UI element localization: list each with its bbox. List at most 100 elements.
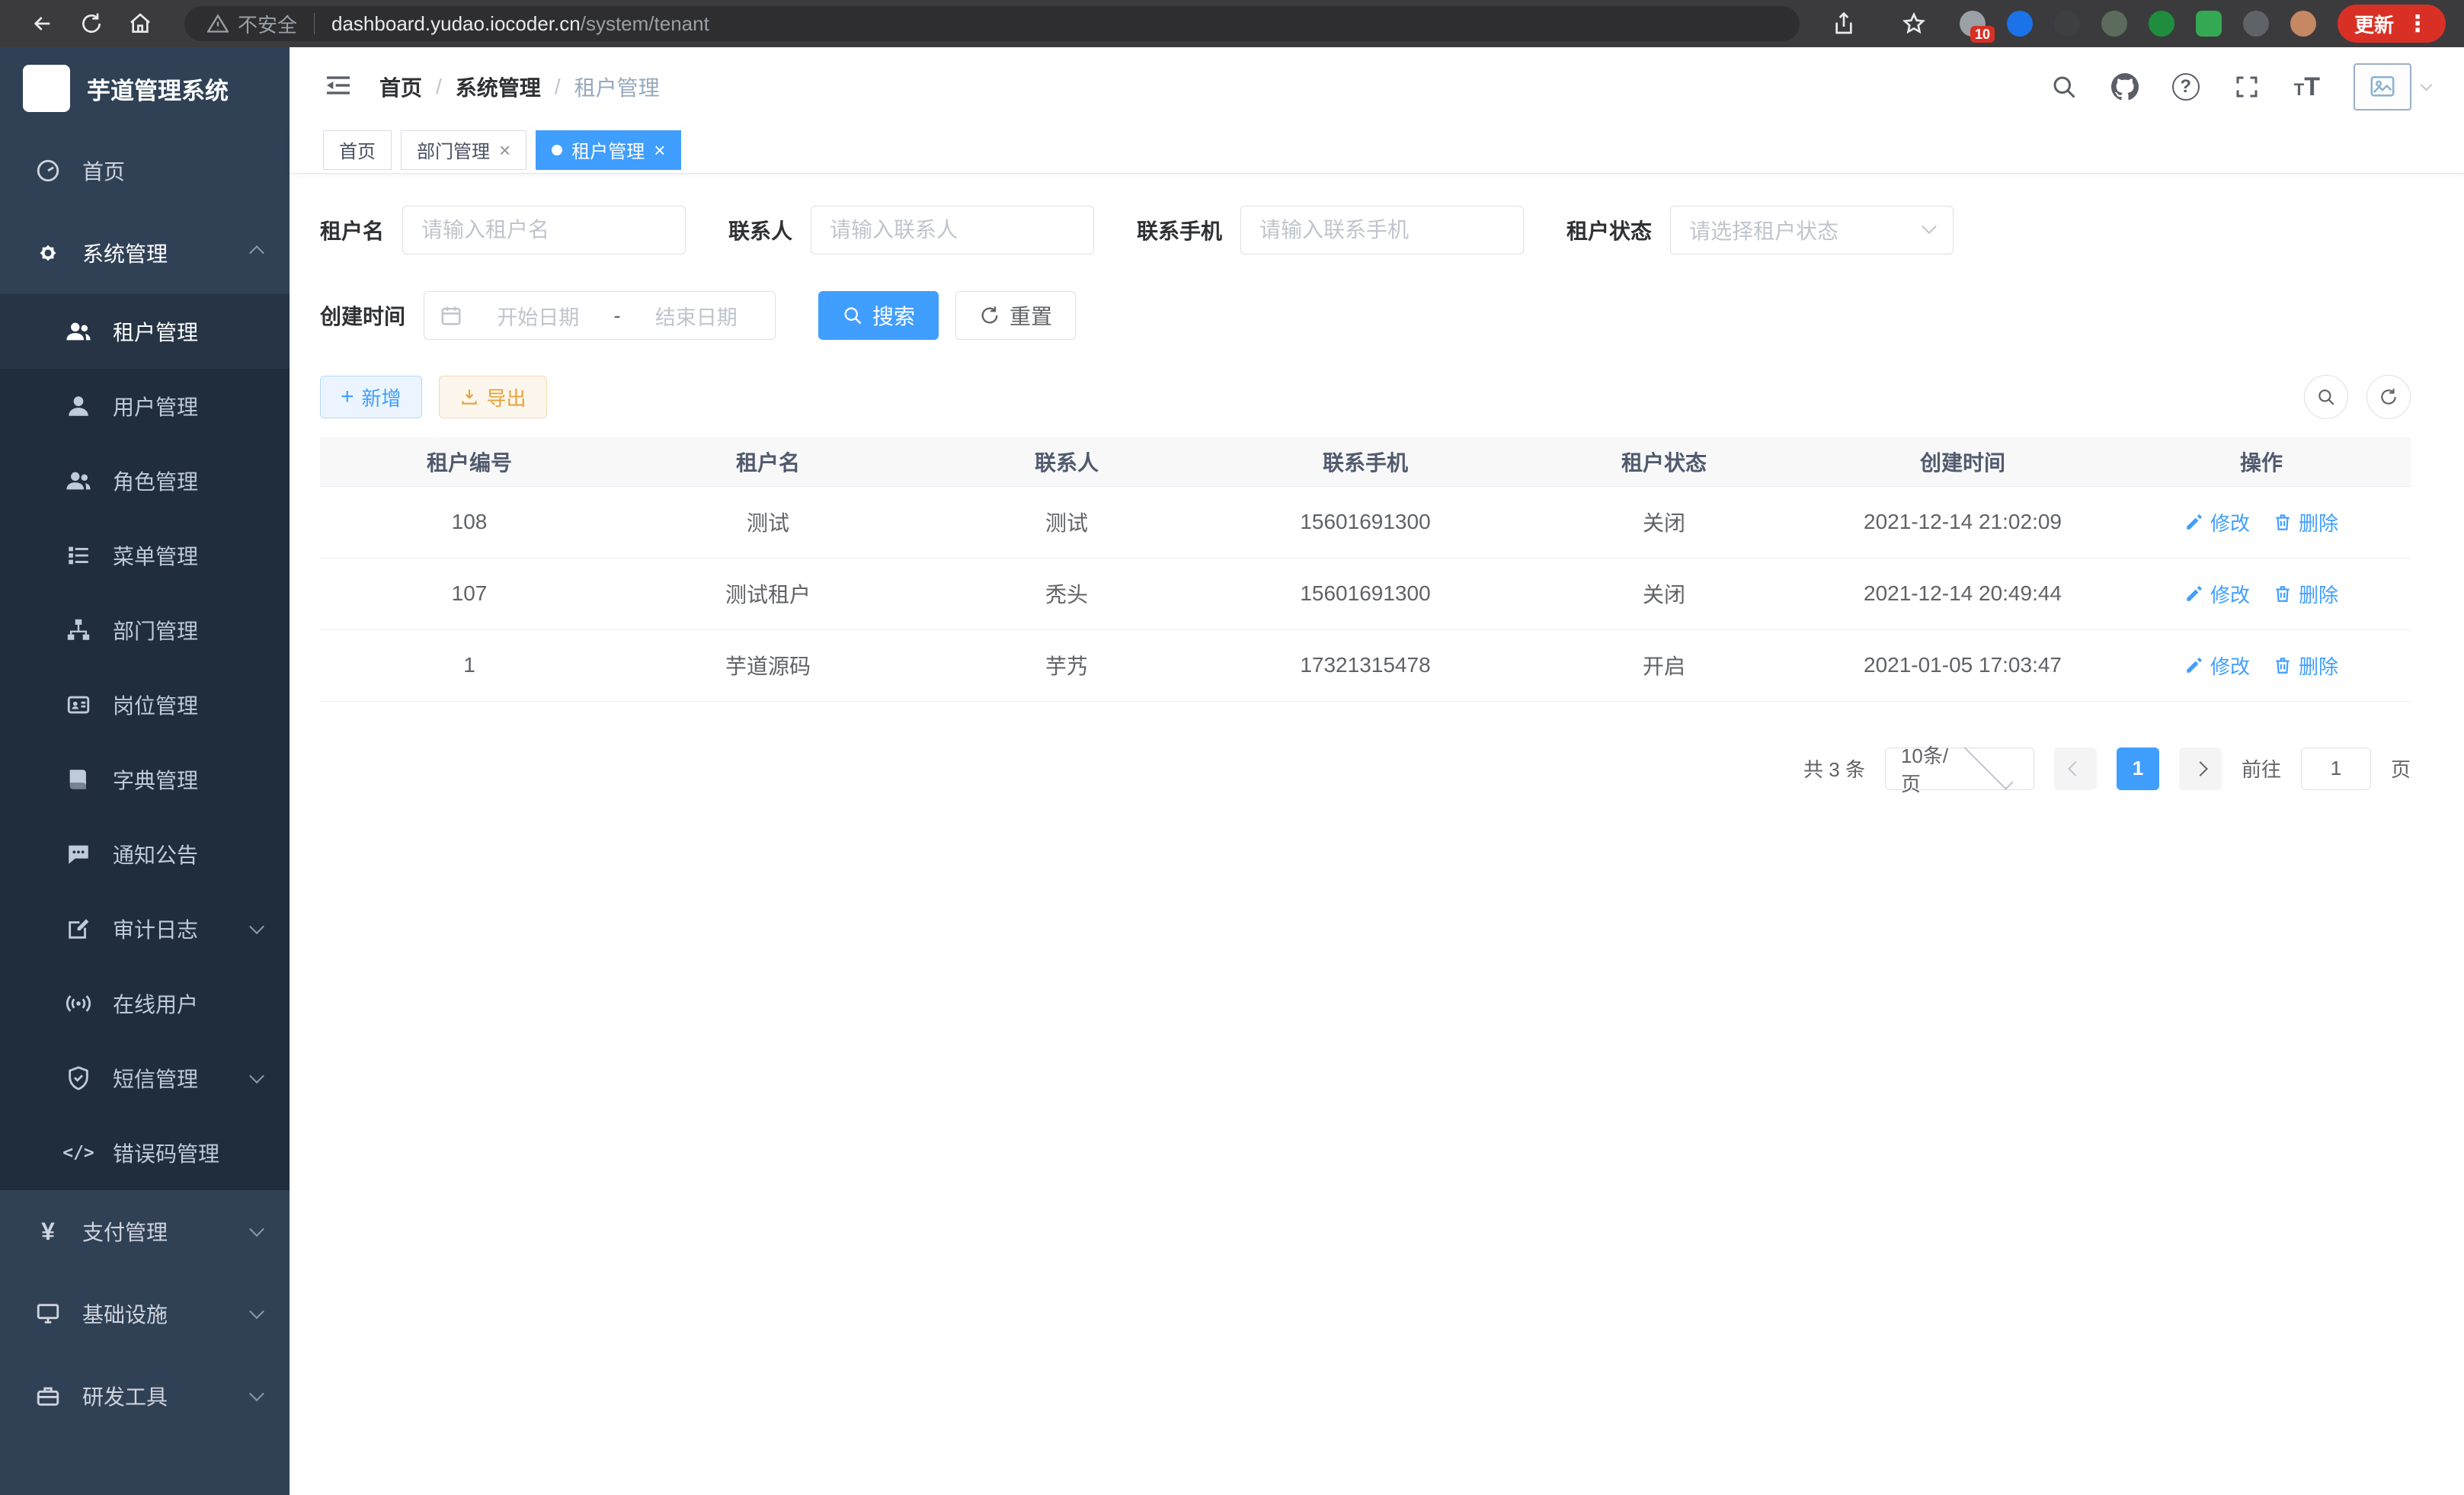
mobile-input[interactable]: [1240, 206, 1524, 255]
extension-icon-olive[interactable]: [2101, 11, 2127, 37]
edit-link[interactable]: 修改: [2184, 651, 2250, 680]
pencil-icon: [2184, 512, 2204, 532]
goto-page-input[interactable]: [2301, 748, 2371, 790]
page-unit-label: 页: [2391, 754, 2411, 783]
sidebar-item-audit-log[interactable]: 审计日志: [0, 892, 290, 966]
sidebar-item-system[interactable]: 系统管理: [0, 212, 290, 294]
refresh-table-button[interactable]: [2366, 375, 2411, 419]
cell-status: 关闭: [1515, 486, 1813, 558]
delete-link[interactable]: 删除: [2273, 508, 2338, 536]
close-icon[interactable]: ×: [499, 140, 510, 160]
url-bar[interactable]: 不安全 dashboard.yudao.iocoder.cn /system/t…: [184, 6, 1800, 41]
add-button[interactable]: + 新增: [320, 376, 422, 418]
back-icon[interactable]: [27, 8, 58, 39]
close-icon[interactable]: ×: [654, 140, 665, 160]
search-button[interactable]: 搜索: [818, 291, 939, 340]
refresh-icon: [2379, 387, 2398, 407]
date-range-picker[interactable]: 开始日期 - 结束日期: [424, 291, 776, 340]
sidebar-toggle-icon[interactable]: [323, 70, 354, 104]
cell-tenant-id: 1: [320, 629, 619, 701]
chevron-down-icon: [249, 1386, 264, 1401]
sidebar-item-role[interactable]: 角色管理: [0, 443, 290, 518]
page-number-1[interactable]: 1: [2117, 748, 2159, 790]
github-icon[interactable]: [2111, 73, 2139, 101]
sidebar-item-label: 在线用户: [113, 988, 198, 1019]
sidebar-item-dept[interactable]: 部门管理: [0, 593, 290, 667]
bookmark-star-icon[interactable]: [1899, 8, 1929, 39]
tab-label: 部门管理: [417, 136, 490, 163]
sidebar-item-label: 角色管理: [113, 466, 198, 496]
sidebar-item-devtools[interactable]: 研发工具: [0, 1355, 290, 1437]
sidebar-item-error-code[interactable]: </> 错误码管理: [0, 1116, 290, 1190]
sidebar-item-payment[interactable]: ¥ 支付管理: [0, 1190, 290, 1273]
contact-input[interactable]: [811, 206, 1094, 255]
chevron-down-icon: [1922, 219, 1937, 234]
kebab-menu-icon[interactable]: ⋮: [2406, 11, 2429, 37]
export-button[interactable]: 导出: [439, 376, 547, 418]
breadcrumb-system[interactable]: 系统管理: [456, 72, 541, 102]
help-icon[interactable]: ?: [2172, 73, 2200, 101]
search-icon[interactable]: [2050, 73, 2078, 101]
mobile-label: 联系手机: [1137, 215, 1222, 245]
tab-tenant[interactable]: 租户管理 ×: [536, 130, 681, 170]
tenant-name-input[interactable]: [402, 206, 686, 255]
breadcrumb-home[interactable]: 首页: [379, 72, 422, 102]
next-page-button[interactable]: [2179, 748, 2222, 790]
extension-icon-dark[interactable]: [2054, 11, 2080, 37]
start-date-placeholder: 开始日期: [475, 301, 602, 331]
goto-label: 前往: [2242, 754, 2281, 783]
tenant-page: 租户名 联系人 联系手机 租户状态 请选择租户状态: [290, 174, 2464, 1495]
trash-icon: [2273, 655, 2293, 675]
extension-icon-green-square[interactable]: [2196, 11, 2222, 37]
trash-icon: [2273, 512, 2293, 532]
app-title: 芋道管理系统: [87, 72, 229, 106]
sidebar-item-tenant[interactable]: 租户管理: [0, 294, 290, 369]
id-card-icon: [64, 692, 93, 718]
tab-label: 租户管理: [571, 136, 645, 163]
cell-created: 2021-12-14 20:49:44: [1813, 558, 2112, 629]
tab-home[interactable]: 首页: [323, 130, 392, 170]
reset-button[interactable]: 重置: [955, 291, 1076, 340]
tab-dept[interactable]: 部门管理 ×: [401, 130, 526, 170]
extension-icon-blue[interactable]: [2007, 11, 2033, 37]
sidebar-item-sms[interactable]: 短信管理: [0, 1041, 290, 1116]
sidebar-item-online-user[interactable]: 在线用户: [0, 966, 290, 1041]
sidebar-item-notice[interactable]: 通知公告: [0, 817, 290, 892]
edit-label: 修改: [2210, 580, 2250, 608]
prev-page-button[interactable]: [2054, 748, 2097, 790]
edit-link[interactable]: 修改: [2184, 508, 2250, 536]
extensions-puzzle-icon[interactable]: [2243, 11, 2269, 37]
pagination-total: 共 3 条: [1803, 754, 1865, 783]
sidebar-item-menu[interactable]: 菜单管理: [0, 518, 290, 593]
refresh-icon[interactable]: [76, 8, 107, 39]
sidebar-item-label: 通知公告: [113, 839, 198, 869]
user-avatar-dropdown[interactable]: [2354, 63, 2430, 110]
page-size-select[interactable]: 10条/页: [1885, 748, 2034, 790]
share-icon[interactable]: [1829, 8, 1859, 39]
toggle-search-button[interactable]: [2304, 375, 2348, 419]
sidebar-item-infra[interactable]: 基础设施: [0, 1273, 290, 1355]
browser-profile-avatar[interactable]: [2290, 11, 2316, 37]
extension-icon-green-circle[interactable]: [2149, 11, 2174, 37]
home-icon[interactable]: [125, 8, 155, 39]
logo-image: [23, 65, 70, 112]
font-size-icon[interactable]: TT: [2294, 72, 2320, 102]
delete-link[interactable]: 删除: [2273, 651, 2338, 680]
sidebar-item-dict[interactable]: 字典管理: [0, 742, 290, 817]
sidebar-item-user[interactable]: 用户管理: [0, 369, 290, 443]
sidebar-item-label: 菜单管理: [113, 540, 198, 571]
chevron-right-icon: [2193, 761, 2208, 776]
system-submenu: 租户管理 用户管理 角色管理 菜单管理: [0, 294, 290, 1190]
status-select[interactable]: 请选择租户状态: [1670, 206, 1954, 255]
col-created: 创建时间: [1813, 437, 2112, 486]
browser-update-button[interactable]: 更新 ⋮: [2338, 5, 2446, 43]
extension-pin-icon[interactable]: 10: [1960, 11, 1986, 37]
fullscreen-icon[interactable]: [2233, 73, 2261, 101]
edit-label: 修改: [2210, 651, 2250, 680]
edit-link[interactable]: 修改: [2184, 580, 2250, 608]
col-contact: 联系人: [917, 437, 1216, 486]
delete-link[interactable]: 删除: [2273, 580, 2338, 608]
sidebar-item-home[interactable]: 首页: [0, 130, 290, 212]
sidebar-item-post[interactable]: 岗位管理: [0, 667, 290, 742]
search-button-label: 搜索: [872, 300, 915, 331]
